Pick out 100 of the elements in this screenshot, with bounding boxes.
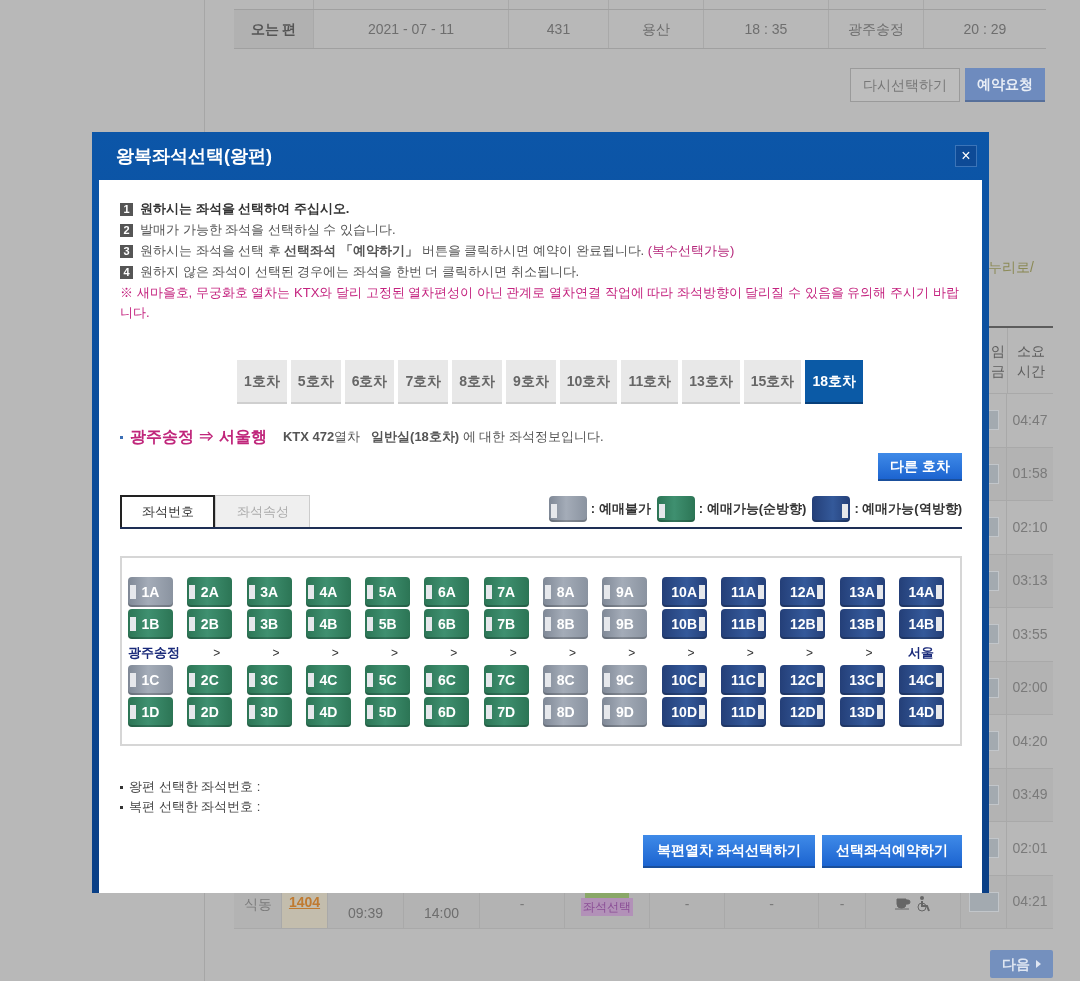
close-button[interactable]: × (955, 145, 977, 167)
seat-button[interactable]: 14C (898, 665, 944, 695)
direction-arrow: > (449, 644, 459, 662)
car-tab[interactable]: 18호차 (805, 360, 863, 404)
table-cell-text: - (684, 894, 690, 914)
seat-button[interactable]: 8A (543, 577, 589, 607)
seat-button[interactable]: 10D (661, 697, 707, 727)
seat-button[interactable]: 13A (839, 577, 885, 607)
table-cell-text: - (839, 894, 845, 914)
seat-button[interactable]: 10A (661, 577, 707, 607)
reserve-request-button[interactable]: 예약요청 (965, 68, 1045, 102)
seat-button[interactable]: 7B (483, 609, 529, 639)
return-seat-select-button[interactable]: 복편열차 좌석선택하기 (643, 835, 815, 868)
seat-button[interactable]: 14A (898, 577, 944, 607)
legend-label: : 예매가능(역방향) (854, 500, 962, 519)
info-badge-icon[interactable] (968, 891, 999, 912)
seat-button[interactable]: 1D (128, 697, 173, 727)
seat-button[interactable]: 3C (246, 665, 292, 695)
seat-button[interactable]: 3A (246, 577, 292, 607)
direction-arrow: > (271, 644, 281, 662)
seat-button[interactable]: 11D (720, 697, 766, 727)
seat-button[interactable]: 6C (424, 665, 470, 695)
view-tab[interactable]: 좌석번호 (120, 495, 215, 527)
warning-text: ※ 새마을호, 무궁화호 열차는 KTX와 달리 고정된 열차편성이 아닌 관계로 열차연결 작업에 따라 좌석방향이 달리질 수 있음을 유의해 주시기 바랍니다. (120, 284, 960, 322)
seat-button[interactable]: 13C (839, 665, 885, 695)
seat-button[interactable]: 12C (780, 665, 826, 695)
seat-button[interactable]: 2C (187, 665, 233, 695)
seat-button[interactable]: 10C (661, 665, 707, 695)
legend-label: : 예매가능(순방향) (698, 500, 807, 519)
table-cell-text: 431 (546, 19, 571, 39)
train-info-text: KTX 472열차 일반실(18호차) 에 대한 좌석정보입니다. (282, 428, 604, 447)
seat-button[interactable]: 3B (246, 609, 292, 639)
seat-button[interactable]: 7A (483, 577, 529, 607)
seat-button[interactable]: 4B (305, 609, 351, 639)
seat-button[interactable]: 5A (365, 577, 411, 607)
view-tab[interactable]: 좌석속성 (215, 495, 310, 527)
car-tab[interactable]: 11호차 (621, 360, 679, 404)
car-tab[interactable]: 7호차 (398, 360, 449, 404)
seat-button[interactable]: 11B (720, 609, 766, 639)
seat-button[interactable]: 9D (602, 697, 648, 727)
step-number: 4 (120, 265, 133, 279)
bullet-icon (120, 785, 123, 789)
other-car-button[interactable]: 다른 호차 (878, 453, 962, 481)
seat-button[interactable]: 1B (128, 609, 173, 639)
selected-seats-label: 복편 선택한 좌석번호 : (129, 798, 261, 817)
seat-button[interactable]: 1C (128, 665, 173, 695)
car-tab[interactable]: 6호차 (344, 360, 395, 404)
seat-button[interactable]: 2D (187, 697, 233, 727)
seat-button[interactable]: 8C (543, 665, 589, 695)
wheelchair-icon (917, 895, 931, 912)
car-tab[interactable]: 15호차 (743, 360, 802, 404)
car-tab[interactable]: 1호차 (237, 360, 287, 404)
seat-button[interactable]: 14D (898, 697, 944, 727)
seat-button[interactable]: 13D (839, 697, 885, 727)
direction-arrow: > (686, 644, 696, 662)
coffee-cup-icon (895, 895, 911, 910)
seat-legend-icon (812, 496, 851, 522)
seat-button[interactable]: 8B (543, 609, 589, 639)
seat-button[interactable]: 7C (483, 665, 529, 695)
seat-button[interactable]: 9A (602, 577, 648, 607)
seat-button[interactable]: 6A (424, 577, 470, 607)
seat-button[interactable]: 1A (128, 577, 173, 607)
reserve-seats-button[interactable]: 선택좌석예약하기 (822, 835, 962, 868)
seat-button[interactable]: 5D (365, 697, 411, 727)
seat-button[interactable]: 13B (839, 609, 885, 639)
car-tab[interactable]: 10호차 (559, 360, 618, 404)
car-tab[interactable]: 5호차 (290, 360, 341, 404)
car-tab[interactable]: 13호차 (682, 360, 740, 404)
seat-button[interactable]: 3D (246, 697, 292, 727)
seat-button[interactable]: 6D (424, 697, 470, 727)
seat-button[interactable]: 8D (543, 697, 589, 727)
seat-button[interactable]: 12B (780, 609, 826, 639)
table-cell-text: 용산 (642, 19, 670, 39)
seat-select-badge[interactable]: 좌석선택 (581, 897, 633, 916)
seat-button[interactable]: 11A (720, 577, 766, 607)
seat-button[interactable]: 12A (780, 577, 826, 607)
seat-button[interactable]: 4D (305, 697, 351, 727)
next-button[interactable]: 다음 (990, 950, 1053, 978)
table-cell-text: 18 : 35 (744, 19, 788, 39)
car-tab[interactable]: 9호차 (506, 360, 556, 404)
seat-button[interactable]: 10B (661, 609, 707, 639)
seat-button[interactable]: 4C (305, 665, 351, 695)
duration-text: 02:01 (1012, 838, 1048, 858)
direction-arrow: > (330, 644, 340, 662)
direction-arrow: > (390, 644, 400, 662)
seat-button[interactable]: 4A (305, 577, 351, 607)
seat-button[interactable]: 2B (187, 609, 233, 639)
seat-button[interactable]: 5C (365, 665, 411, 695)
seat-button[interactable]: 6B (424, 609, 470, 639)
seat-button[interactable]: 11C (720, 665, 766, 695)
seat-button[interactable]: 9B (602, 609, 648, 639)
seat-button[interactable]: 14B (898, 609, 944, 639)
seat-button[interactable]: 12D (780, 697, 826, 727)
seat-button[interactable]: 5B (365, 609, 411, 639)
seat-button[interactable]: 2A (187, 577, 233, 607)
car-tab[interactable]: 8호차 (452, 360, 503, 404)
seat-button[interactable]: 9C (602, 665, 648, 695)
seat-button[interactable]: 7D (483, 697, 529, 727)
reselect-button[interactable]: 다시선택하기 (850, 68, 960, 102)
step-number: 2 (120, 223, 133, 237)
